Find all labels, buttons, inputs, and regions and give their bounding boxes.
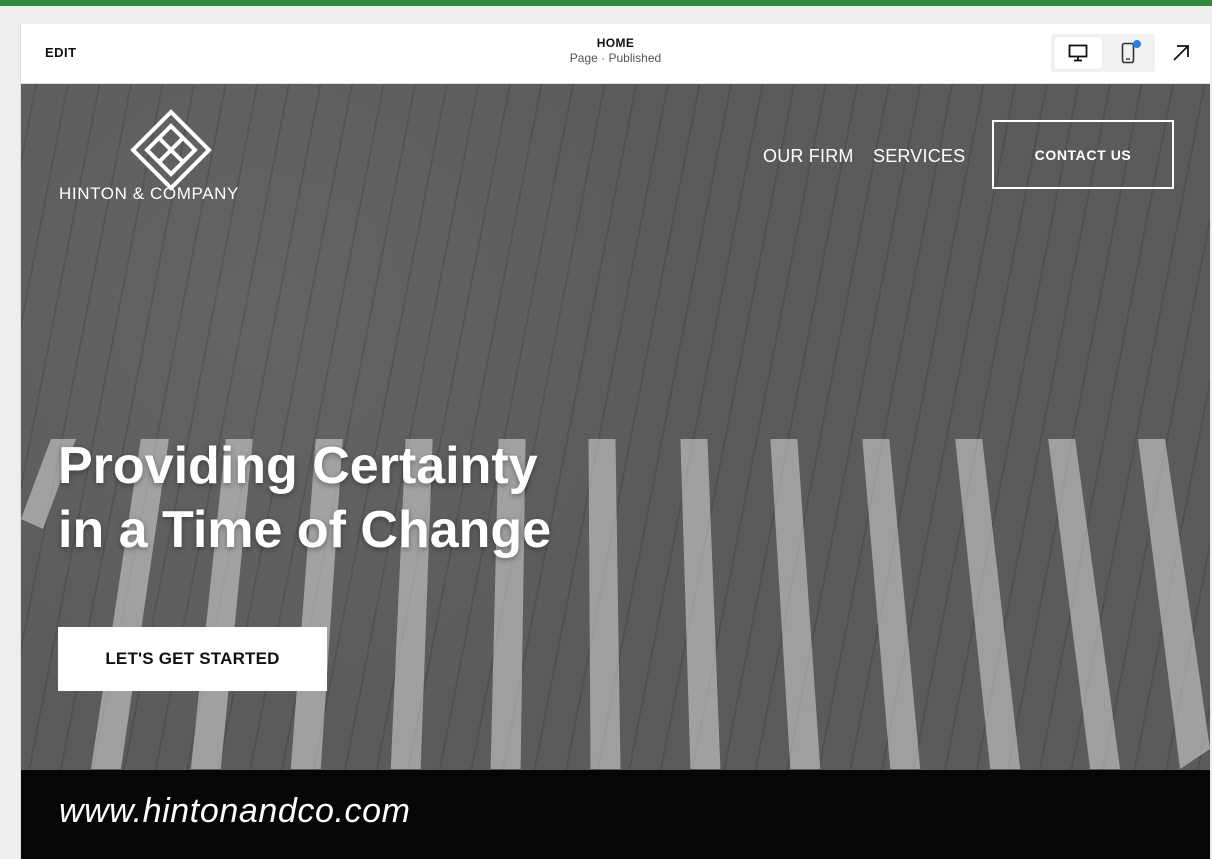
desktop-icon [1068, 44, 1088, 62]
contact-us-button[interactable]: CONTACT US [992, 120, 1174, 189]
arrow-up-right-icon [1173, 45, 1189, 61]
mobile-view-button[interactable] [1104, 37, 1152, 69]
hero-headline: Providing Certainty in a Time of Change [58, 434, 698, 562]
editor-frame: EDIT HOME Page · Published HINTON & COMP… [20, 24, 1210, 859]
page-info: HOME Page · Published [21, 36, 1210, 65]
page-title: HOME [596, 36, 635, 50]
editor-toolbar: EDIT HOME Page · Published [21, 24, 1210, 84]
headline-line-2: in a Time of Change [58, 501, 552, 559]
nav-services[interactable]: SERVICES [873, 146, 965, 167]
brand-name[interactable]: HINTON & COMPANY [59, 184, 239, 204]
headline-line-1: Providing Certainty [58, 437, 538, 495]
window-top-accent-line [0, 0, 1212, 6]
desktop-view-button[interactable] [1054, 37, 1102, 69]
url-banner: www.hintonandco.com [21, 770, 1210, 859]
notification-dot [1133, 40, 1141, 48]
diamond-knot-logo [130, 109, 212, 191]
website-url: www.hintonandco.com [59, 792, 411, 830]
nav-our-firm[interactable]: OUR FIRM [763, 146, 854, 167]
view-mode-toggle [1051, 34, 1155, 72]
open-site-button[interactable] [1169, 41, 1193, 65]
get-started-button[interactable]: LET'S GET STARTED [58, 627, 327, 691]
page-status: Page · Published [569, 51, 662, 65]
hero-section: HINTON & COMPANY OUR FIRM SERVICES CONTA… [21, 84, 1210, 859]
